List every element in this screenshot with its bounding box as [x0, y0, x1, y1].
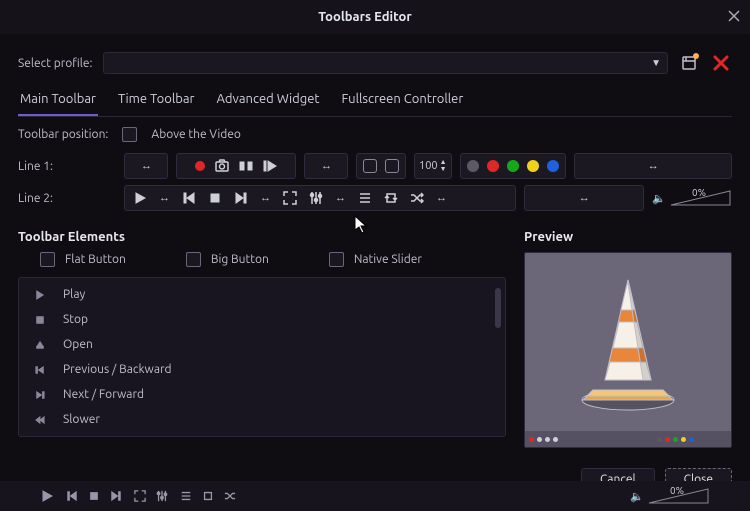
window-title: Toolbars Editor — [10, 10, 720, 24]
next-icon — [234, 191, 248, 205]
tab-bar: Main Toolbar Time Toolbar Advanced Widge… — [18, 88, 732, 117]
tab-fullscreen-controller[interactable]: Fullscreen Controller — [340, 88, 466, 116]
play-icon — [133, 191, 147, 205]
extended-icon — [385, 159, 399, 173]
native-slider-checkbox[interactable] — [329, 252, 344, 267]
stop-icon — [35, 315, 49, 325]
red-circle-icon — [487, 160, 499, 172]
preview-panel — [524, 252, 732, 448]
list-item: Previous / Backward — [19, 357, 505, 382]
player-volume-pct: 0% — [670, 485, 684, 496]
line-2-label: Line 2: — [18, 192, 116, 205]
line1-speed-input[interactable]: 100 ▲▼ — [414, 153, 452, 179]
speaker-icon: 🔈 — [630, 490, 644, 503]
yellow-circle-icon — [527, 160, 539, 172]
vlc-cone-icon — [573, 272, 683, 412]
slower-icon — [35, 415, 49, 425]
speaker-icon: 🔈 — [652, 192, 666, 205]
prev-icon — [182, 191, 196, 205]
record-icon — [195, 161, 205, 171]
frame-by-frame-icon — [263, 159, 277, 173]
list-item: Stop — [19, 307, 505, 332]
player-stop-button[interactable] — [88, 490, 100, 502]
next-icon — [35, 390, 49, 400]
list-item: Slower — [19, 407, 505, 432]
player-fullscreen-button[interactable] — [134, 490, 146, 502]
player-equalizer-button[interactable] — [156, 490, 168, 502]
title-bar: Toolbars Editor — [0, 0, 750, 34]
playlist-icon — [363, 159, 377, 173]
line2-volume[interactable]: 🔈 0% — [652, 189, 732, 207]
big-button-checkbox[interactable] — [186, 252, 201, 267]
tab-main-toolbar[interactable]: Main Toolbar — [18, 88, 98, 116]
line1-expander-1[interactable]: ↔ — [124, 153, 168, 179]
player-shuffle-button[interactable] — [224, 490, 236, 502]
line2-group[interactable]: ↔ ↔ ↔ ↔ — [124, 185, 516, 211]
above-video-checkbox[interactable] — [122, 127, 137, 142]
atob-loop-icon — [239, 159, 253, 173]
player-bar: 🔈 0% — [0, 481, 750, 511]
player-playlist-button[interactable] — [180, 490, 192, 502]
playlist2-icon — [358, 191, 372, 205]
element-list[interactable]: Play Stop Open Previous / Backward Next … — [18, 277, 506, 437]
line1-expander-2[interactable]: ↔ — [304, 153, 348, 179]
stop-icon — [208, 191, 222, 205]
speed-value: 100 — [419, 160, 438, 172]
play-icon — [35, 290, 49, 300]
loop-icon — [384, 191, 398, 205]
tab-time-toolbar[interactable]: Time Toolbar — [116, 88, 196, 116]
player-loop-button[interactable] — [202, 490, 214, 502]
line-1-label: Line 1: — [18, 160, 116, 173]
element-options-row: Flat Button Big Button Native Slider — [18, 252, 506, 277]
profile-select[interactable]: ▼ — [103, 52, 668, 74]
line1-group-view[interactable] — [356, 153, 406, 179]
profile-row: Select profile: ▼ — [18, 52, 732, 74]
big-button-label: Big Button — [211, 253, 269, 266]
dropdown-caret-icon: ▼ — [651, 57, 661, 69]
green-circle-icon — [507, 160, 519, 172]
flat-button-label: Flat Button — [65, 253, 126, 266]
equalizer-icon — [309, 191, 323, 205]
line-1-row: Line 1: ↔ ↔ 100 ▲▼ ↔ — [18, 150, 732, 182]
line-2-row: Line 2: ↔ ↔ ↔ ↔ ↔ 🔈 0% — [18, 182, 732, 214]
fullscreen-icon — [283, 191, 297, 205]
window-close-button[interactable] — [720, 9, 740, 25]
volume-pct: 0% — [692, 187, 706, 198]
preview-header: Preview — [524, 230, 732, 244]
list-item: Open — [19, 332, 505, 357]
preview-footer — [525, 431, 731, 447]
delete-profile-button[interactable] — [710, 52, 732, 74]
line1-group-colors[interactable] — [460, 153, 566, 179]
profile-label: Select profile: — [18, 57, 93, 70]
toolbar-position-label: Toolbar position: — [18, 128, 108, 141]
list-item: Play — [19, 282, 505, 307]
snapshot-icon — [215, 159, 229, 173]
scrollbar[interactable] — [495, 288, 501, 328]
tab-advanced-widget[interactable]: Advanced Widget — [214, 88, 321, 116]
open-icon — [35, 340, 49, 350]
line1-group-rec[interactable] — [176, 153, 296, 179]
new-profile-button[interactable] — [678, 52, 700, 74]
native-slider-label: Native Slider — [354, 253, 422, 266]
toolbar-position-row: Toolbar position: Above the Video — [18, 117, 732, 150]
shuffle-icon — [410, 191, 424, 205]
line2-slider[interactable]: ↔ — [524, 185, 644, 211]
blue-circle-icon — [547, 160, 559, 172]
player-prev-button[interactable] — [66, 490, 78, 502]
player-play-button[interactable] — [40, 489, 54, 503]
toolbar-elements-header: Toolbar Elements — [18, 230, 125, 244]
above-video-label: Above the Video — [151, 128, 241, 141]
player-volume[interactable]: 🔈 0% — [630, 487, 710, 505]
flat-button-checkbox[interactable] — [40, 252, 55, 267]
list-item: Next / Forward — [19, 382, 505, 407]
gray-circle-icon — [467, 160, 479, 172]
line1-expander-3[interactable]: ↔ — [574, 153, 732, 179]
player-next-button[interactable] — [110, 490, 122, 502]
prev-icon — [35, 365, 49, 375]
